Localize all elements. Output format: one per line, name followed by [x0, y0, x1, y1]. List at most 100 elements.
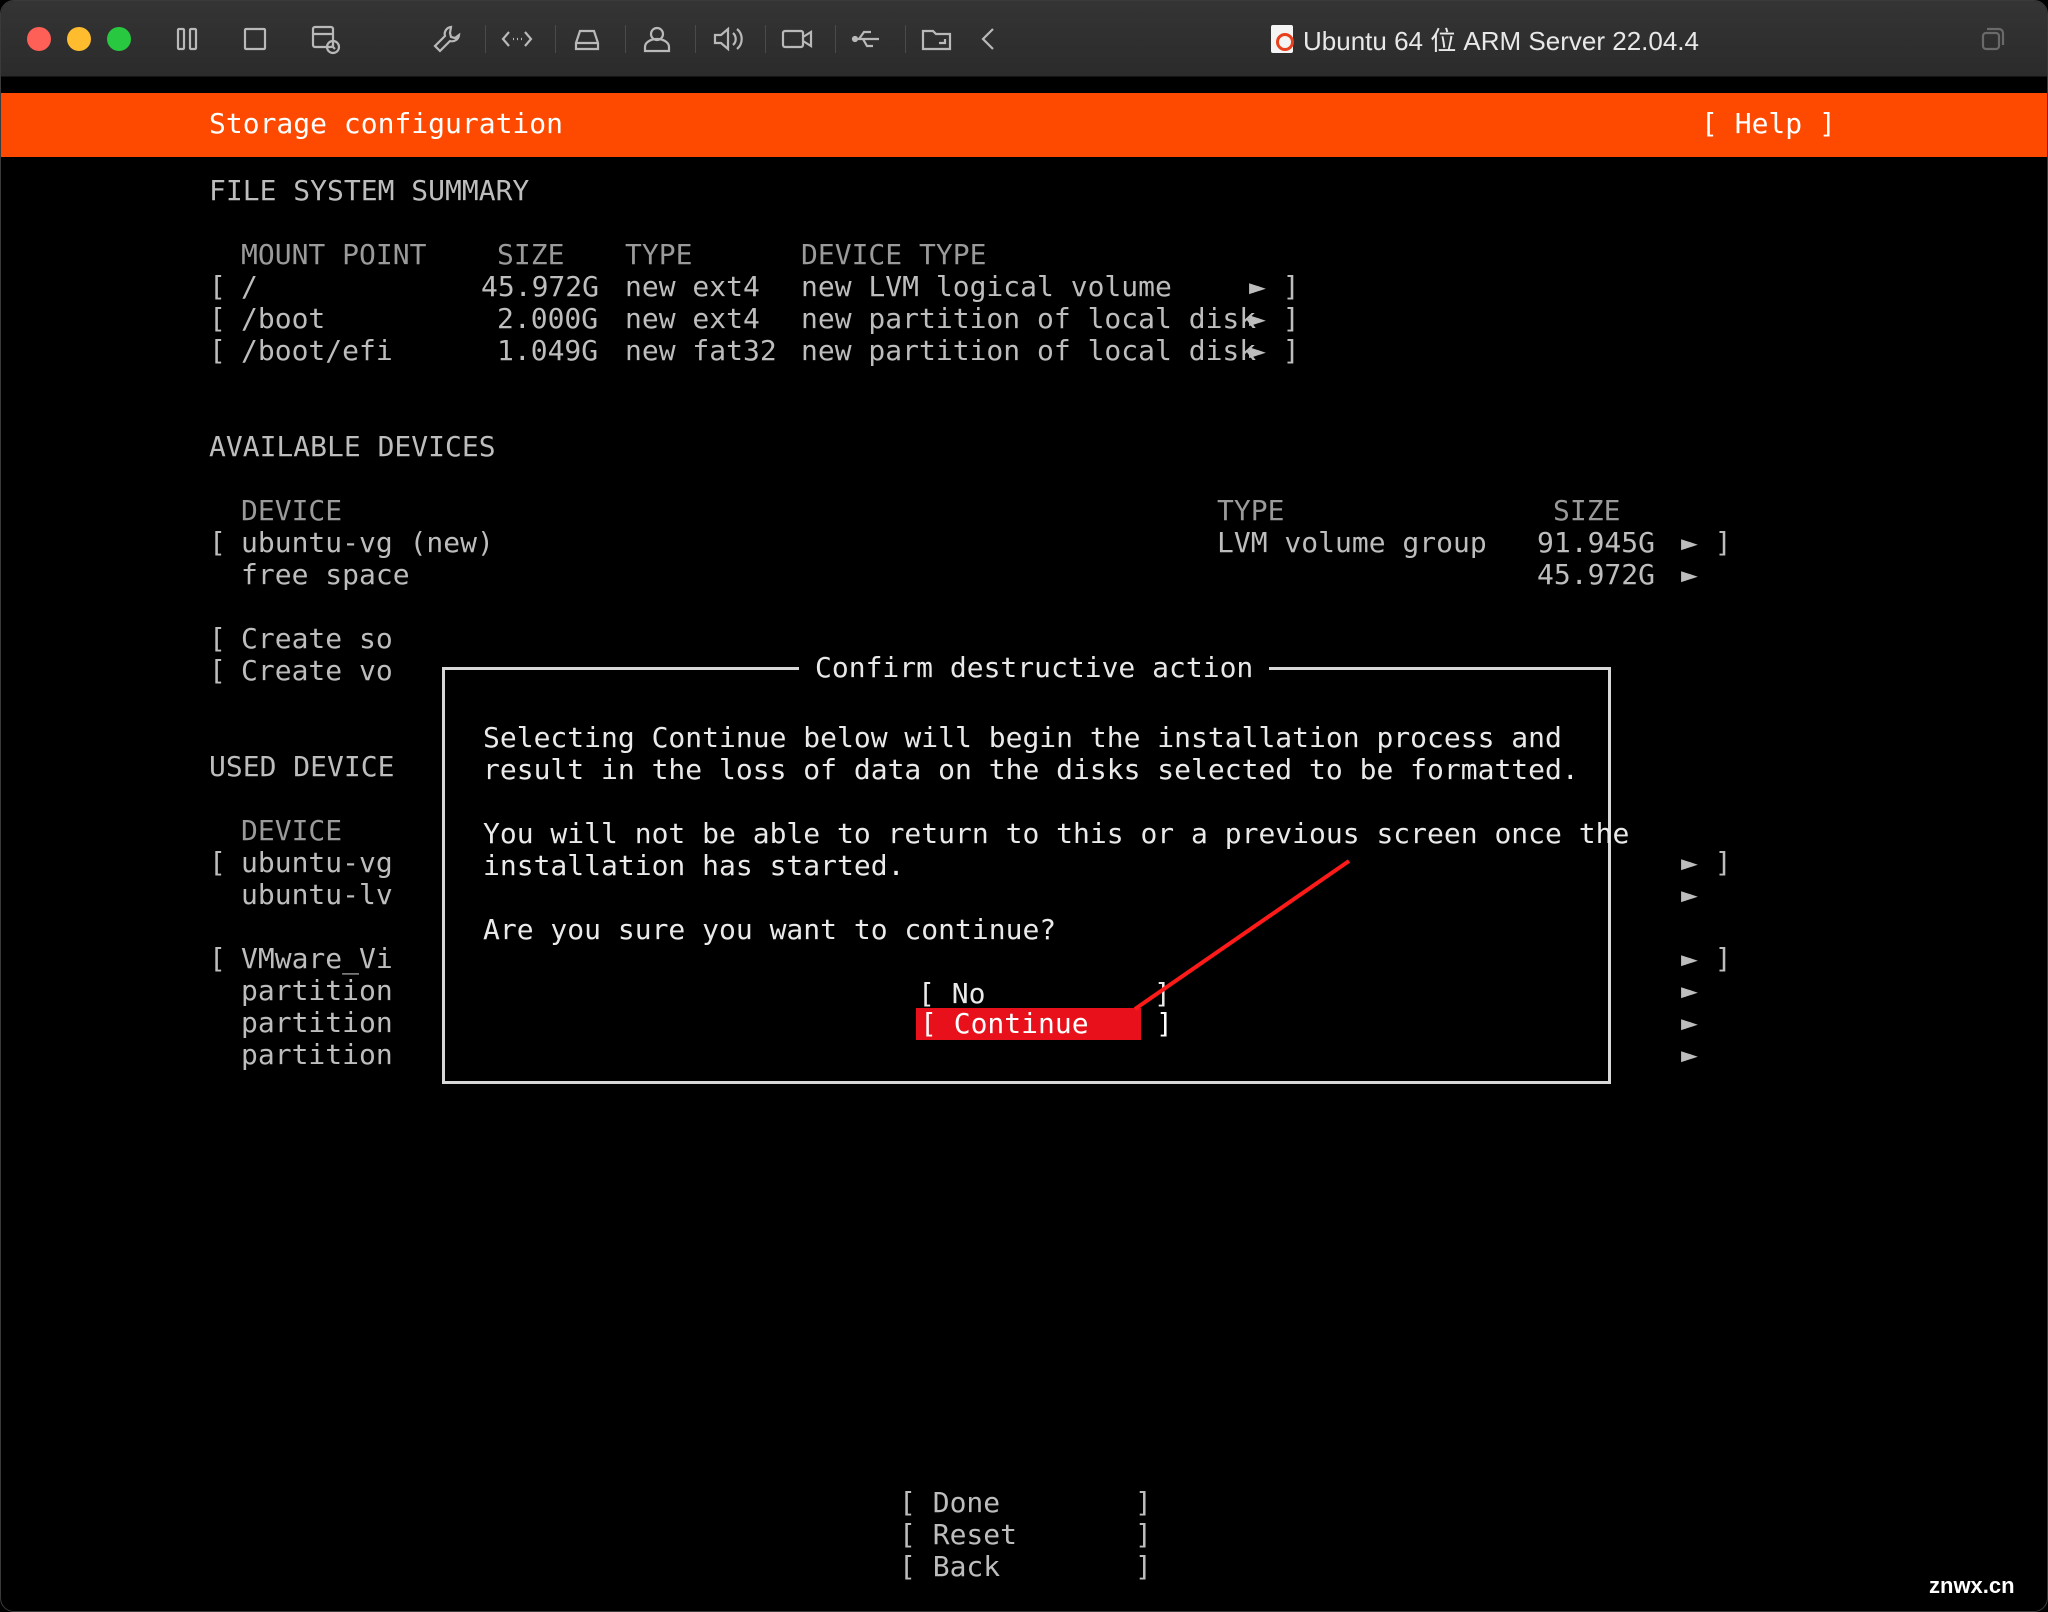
- fs-device-type: new LVM logical volume: [801, 270, 1172, 303]
- dialog-message-line: installation has started.: [483, 849, 905, 882]
- row-open-bracket: [: [209, 526, 226, 559]
- expand-arrow-icon: ►: [1681, 1038, 1698, 1071]
- expand-arrow-icon: ► ]: [1249, 302, 1300, 335]
- expand-arrow-icon: ► ]: [1681, 526, 1732, 559]
- used-row-vmware-disk[interactable]: VMware_Vi: [241, 943, 393, 975]
- usb-icon[interactable]: [849, 21, 885, 57]
- continue-button[interactable]: [ Continue ]: [916, 1007, 1173, 1040]
- expand-arrow-icon: ►: [1681, 1006, 1698, 1039]
- page-title: Storage configuration: [209, 107, 564, 140]
- pause-icon[interactable]: [169, 21, 205, 57]
- snapshot-icon[interactable]: [307, 21, 343, 57]
- dialog-question: Are you sure you want to continue?: [483, 913, 1057, 946]
- reset-button-label: Reset: [932, 1518, 1018, 1551]
- back-chevron-icon[interactable]: [971, 21, 1007, 57]
- toolbar-divider: [905, 25, 906, 53]
- help-button[interactable]: [ Help ]: [1701, 107, 1836, 140]
- col-device: DEVICE: [241, 814, 343, 847]
- mount-point: /: [241, 270, 258, 303]
- window-title-text: Ubuntu 64 位 ARM Server 22.04.4: [1303, 25, 1699, 56]
- col-device-type: DEVICE TYPE: [801, 238, 987, 271]
- used-row-ubuntu-vg[interactable]: ubuntu-vg: [241, 847, 393, 879]
- expand-arrow-icon: ► ]: [1249, 270, 1300, 303]
- row-open-bracket: [: [209, 302, 226, 335]
- col-size: SIZE: [497, 238, 565, 271]
- dialog-message-line: result in the loss of data on the disks …: [483, 753, 1579, 786]
- mount-point: /boot/efi: [241, 334, 393, 367]
- no-button[interactable]: [ No ]: [918, 978, 1171, 1010]
- done-button-label: Done: [932, 1486, 1001, 1519]
- mount-point: /boot: [241, 302, 326, 335]
- create-bracket: [: [209, 654, 226, 687]
- camera-icon[interactable]: [779, 21, 815, 57]
- user-icon[interactable]: [639, 21, 675, 57]
- used-row-partition[interactable]: partition: [241, 975, 393, 1007]
- settings-wrench-icon[interactable]: [429, 21, 465, 57]
- toolbar-divider: [695, 25, 696, 53]
- installer-header: Storage configuration [ Help ]: [1, 93, 2047, 157]
- available-devices-heading: AVAILABLE DEVICES: [209, 430, 496, 463]
- continue-button-label: Continue: [953, 1007, 1089, 1040]
- col-mount-point: MOUNT POINT: [241, 238, 427, 271]
- fs-size: 45.972G: [481, 270, 600, 303]
- code-icon[interactable]: [499, 21, 535, 57]
- used-row-partition[interactable]: partition: [241, 1039, 393, 1071]
- fs-size: 2.000G: [497, 302, 599, 335]
- sound-icon[interactable]: [709, 21, 745, 57]
- row-open-bracket: [: [209, 270, 226, 303]
- title-bar: Ubuntu 64 位 ARM Server 22.04.4: [1, 1, 2047, 77]
- row-open-bracket: [: [209, 942, 226, 975]
- create-software-raid-button[interactable]: Create so: [241, 623, 393, 655]
- document-icon: [1271, 25, 1294, 53]
- expand-arrow-icon: ► ]: [1249, 334, 1300, 367]
- dialog-message-line: Selecting Continue below will begin the …: [483, 721, 1562, 754]
- device-name: ubuntu-vg (new): [241, 526, 494, 559]
- row-open-bracket: [: [209, 334, 226, 367]
- back-button-label: Back: [932, 1550, 1001, 1583]
- row-open-bracket: [: [209, 846, 226, 879]
- toolbar-divider: [835, 25, 836, 53]
- fs-type: new fat32: [625, 334, 777, 367]
- fs-size: 1.049G: [497, 334, 599, 367]
- window-title: Ubuntu 64 位 ARM Server 22.04.4: [1271, 21, 1699, 57]
- expand-arrow-icon: ►: [1681, 878, 1698, 911]
- no-button-label: No: [951, 977, 986, 1010]
- col-type: TYPE: [625, 238, 693, 271]
- used-row-partition[interactable]: partition: [241, 1007, 393, 1039]
- disk-icon[interactable]: [569, 21, 605, 57]
- fs-device-type: new partition of local disk: [801, 334, 1257, 367]
- reset-button[interactable]: [ Reset ]: [899, 1519, 1152, 1551]
- stop-icon[interactable]: [237, 21, 273, 57]
- toolbar-divider: [555, 25, 556, 53]
- toolbar-divider: [625, 25, 626, 53]
- free-space-size: 45.972G: [1537, 558, 1656, 591]
- dialog-title: Confirm destructive action: [799, 650, 1270, 686]
- device-type: LVM volume group: [1217, 526, 1487, 559]
- col-type: TYPE: [1217, 494, 1285, 527]
- used-devices-heading: USED DEVICE: [209, 750, 395, 783]
- free-space-label: free space: [241, 558, 410, 591]
- col-size: SIZE: [1553, 494, 1621, 527]
- create-bracket: [: [209, 622, 226, 655]
- device-size: 91.945G: [1537, 526, 1656, 559]
- used-row-ubuntu-lv[interactable]: ubuntu-lv: [241, 879, 393, 911]
- minimize-window-button[interactable]: [67, 27, 91, 51]
- expand-arrow-icon: ►: [1681, 974, 1698, 1007]
- col-device: DEVICE: [241, 494, 343, 527]
- fullscreen-icon[interactable]: [1973, 21, 2009, 57]
- toolbar-divider: [765, 25, 766, 53]
- fs-type: new ext4: [625, 302, 760, 335]
- watermark: znwx.cn: [1929, 1573, 2015, 1598]
- back-button[interactable]: [ Back ]: [899, 1551, 1152, 1583]
- expand-arrow-icon: ► ]: [1681, 942, 1732, 975]
- close-window-button[interactable]: [27, 27, 51, 51]
- create-volume-group-button[interactable]: Create vo: [241, 655, 393, 687]
- vm-window: Ubuntu 64 位 ARM Server 22.04.4 Storage c…: [0, 0, 2048, 1612]
- confirm-dialog: Confirm destructive action Selecting Con…: [442, 650, 1629, 1084]
- done-button[interactable]: [ Done ]: [899, 1487, 1152, 1519]
- dialog-message-line: You will not be able to return to this o…: [483, 817, 1630, 850]
- fs-type: new ext4: [625, 270, 760, 303]
- folder-share-icon[interactable]: [919, 21, 955, 57]
- zoom-window-button[interactable]: [107, 27, 131, 51]
- fs-summary-heading: FILE SYSTEM SUMMARY: [209, 174, 530, 207]
